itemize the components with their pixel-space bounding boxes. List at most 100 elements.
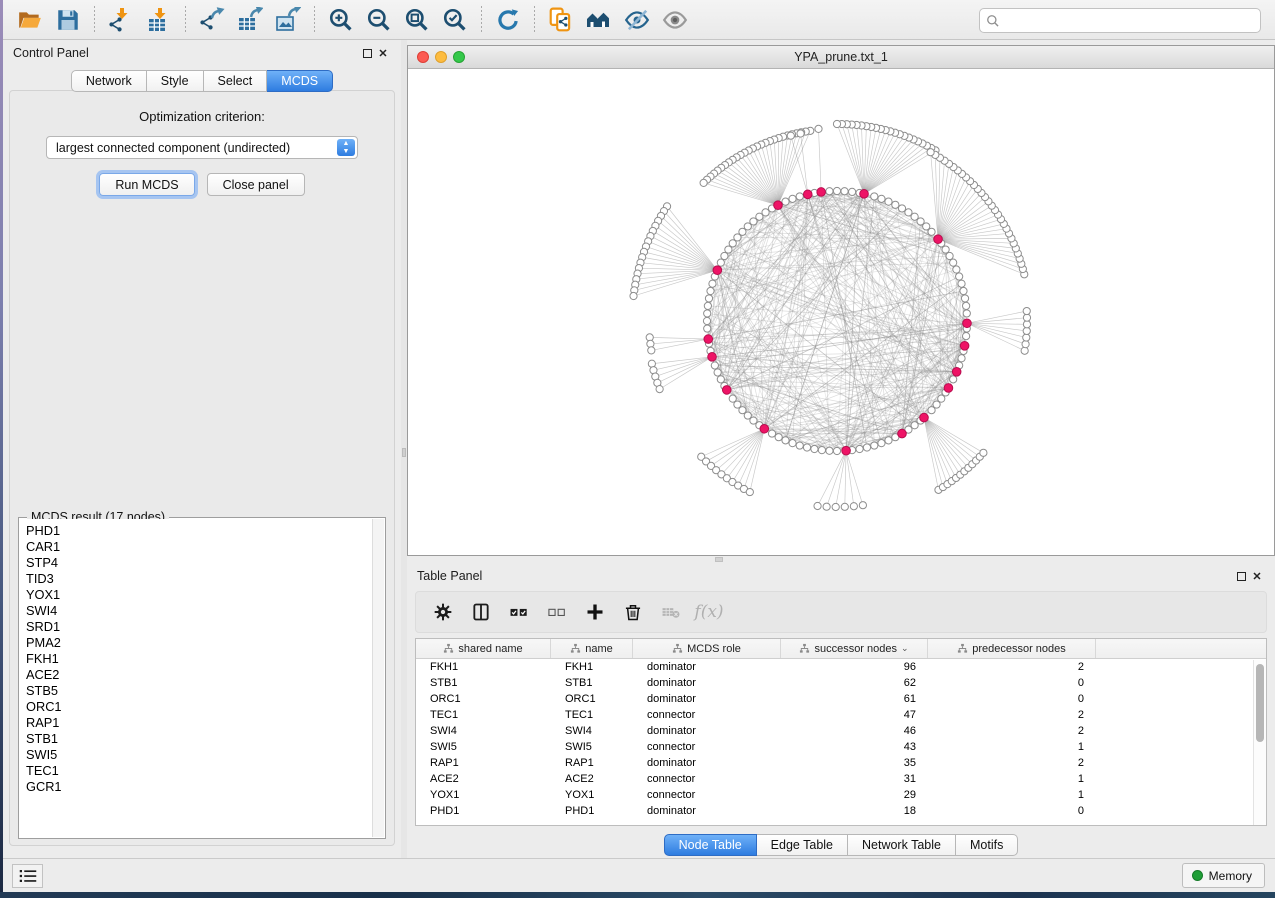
network-node[interactable] — [815, 125, 822, 132]
mcds-result-item[interactable]: FKH1 — [26, 651, 372, 667]
mcds-hub-node[interactable] — [803, 190, 812, 199]
network-canvas[interactable] — [408, 69, 1274, 555]
table-cell[interactable]: YOX1 — [416, 789, 551, 801]
refresh-view-button[interactable] — [489, 4, 527, 36]
network-node[interactable] — [700, 179, 707, 186]
table-cell[interactable]: 31 — [781, 773, 928, 785]
tab-network[interactable]: Network — [71, 70, 147, 92]
mcds-result-item[interactable]: TEC1 — [26, 763, 372, 779]
control-panel-float-button[interactable] — [359, 45, 375, 61]
network-node[interactable] — [1021, 347, 1028, 354]
mcds-hub-node[interactable] — [920, 413, 929, 422]
task-history-button[interactable] — [12, 864, 43, 888]
table-cell[interactable]: SWI5 — [416, 741, 551, 753]
network-node[interactable] — [704, 325, 711, 332]
network-node[interactable] — [863, 444, 870, 451]
mcds-hub-node[interactable] — [774, 201, 783, 210]
network-node[interactable] — [950, 259, 957, 266]
mcds-result-item[interactable]: TID3 — [26, 571, 372, 587]
mcds-hub-node[interactable] — [760, 424, 769, 433]
table-cell[interactable]: 61 — [781, 693, 928, 705]
network-node[interactable] — [848, 188, 855, 195]
table-cell[interactable]: SWI4 — [416, 725, 551, 737]
select-all-button[interactable] — [502, 596, 536, 628]
table-cell[interactable]: 0 — [928, 805, 1096, 817]
mcds-hub-node[interactable] — [713, 266, 722, 275]
network-node[interactable] — [885, 198, 892, 205]
delete-table-button[interactable] — [654, 596, 688, 628]
network-node[interactable] — [961, 295, 968, 302]
table-cell[interactable]: dominator — [633, 677, 781, 689]
mcds-result-item[interactable]: RAP1 — [26, 715, 372, 731]
network-node[interactable] — [648, 347, 655, 354]
table-cell[interactable]: FKH1 — [416, 661, 551, 673]
table-settings-button[interactable] — [426, 596, 460, 628]
mcds-result-item[interactable]: SRD1 — [26, 619, 372, 635]
tab-style[interactable]: Style — [147, 70, 204, 92]
network-node[interactable] — [746, 488, 753, 495]
network-node[interactable] — [1023, 321, 1030, 328]
add-column-button[interactable] — [578, 596, 612, 628]
unselect-all-button[interactable] — [540, 596, 574, 628]
show-columns-button[interactable] — [464, 596, 498, 628]
network-node[interactable] — [709, 280, 716, 287]
mcds-result-item[interactable]: SWI4 — [26, 603, 372, 619]
network-node[interactable] — [953, 266, 960, 273]
table-cell[interactable]: 29 — [781, 789, 928, 801]
table-cell[interactable]: 1 — [928, 741, 1096, 753]
network-node[interactable] — [871, 442, 878, 449]
table-cell[interactable]: 62 — [781, 677, 928, 689]
home-networks-button[interactable] — [580, 4, 618, 36]
table-cell[interactable]: connector — [633, 741, 781, 753]
zoom-selected-button[interactable] — [436, 4, 474, 36]
mcds-hub-node[interactable] — [722, 386, 731, 395]
table-cell[interactable]: 46 — [781, 725, 928, 737]
delete-column-button[interactable] — [616, 596, 650, 628]
network-node[interactable] — [958, 280, 965, 287]
zoom-fit-button[interactable] — [398, 4, 436, 36]
table-cell[interactable]: RAP1 — [416, 757, 551, 769]
network-node[interactable] — [1023, 314, 1030, 321]
export-network-button[interactable] — [193, 4, 231, 36]
open-file-button[interactable] — [11, 4, 49, 36]
mcds-hub-node[interactable] — [898, 429, 907, 438]
table-cell[interactable]: dominator — [633, 725, 781, 737]
table-cell[interactable]: ACE2 — [551, 773, 633, 785]
network-node[interactable] — [717, 376, 724, 383]
mcds-result-item[interactable]: ACE2 — [26, 667, 372, 683]
network-node[interactable] — [963, 310, 970, 317]
column-header-shared-name[interactable]: shared name — [416, 639, 551, 658]
tab-network-table[interactable]: Network Table — [848, 834, 956, 856]
network-node[interactable] — [856, 445, 863, 452]
table-cell[interactable]: 35 — [781, 757, 928, 769]
network-node[interactable] — [859, 502, 866, 509]
column-header-predecessor-nodes[interactable]: predecessor nodes — [928, 639, 1096, 658]
network-node[interactable] — [796, 442, 803, 449]
mcds-hub-node[interactable] — [934, 235, 943, 244]
network-node[interactable] — [704, 302, 711, 309]
table-cell[interactable]: SWI4 — [551, 725, 633, 737]
network-node[interactable] — [823, 503, 830, 510]
network-node[interactable] — [963, 332, 970, 339]
network-node[interactable] — [721, 252, 728, 259]
export-table-button[interactable] — [231, 4, 269, 36]
network-node[interactable] — [711, 362, 718, 369]
network-node[interactable] — [871, 193, 878, 200]
tab-edge-table[interactable]: Edge Table — [757, 834, 848, 856]
export-image-button[interactable] — [269, 4, 307, 36]
function-builder-button[interactable]: f(x) — [692, 596, 726, 628]
table-cell[interactable]: 2 — [928, 709, 1096, 721]
network-node[interactable] — [768, 430, 775, 437]
save-session-button[interactable] — [49, 4, 87, 36]
table-cell[interactable]: STB1 — [416, 677, 551, 689]
network-node[interactable] — [705, 295, 712, 302]
network-node[interactable] — [958, 355, 965, 362]
table-cell[interactable]: 2 — [928, 725, 1096, 737]
table-row[interactable]: STB1STB1dominator620 — [416, 675, 1266, 691]
mcds-result-list[interactable]: PHD1CAR1STP4TID3YOX1SWI4SRD1PMA2FKH1ACE2… — [20, 519, 372, 837]
network-node[interactable] — [725, 246, 732, 253]
network-node[interactable] — [960, 287, 967, 294]
network-node[interactable] — [1023, 334, 1030, 341]
tab-motifs[interactable]: Motifs — [956, 834, 1018, 856]
network-node[interactable] — [775, 434, 782, 441]
